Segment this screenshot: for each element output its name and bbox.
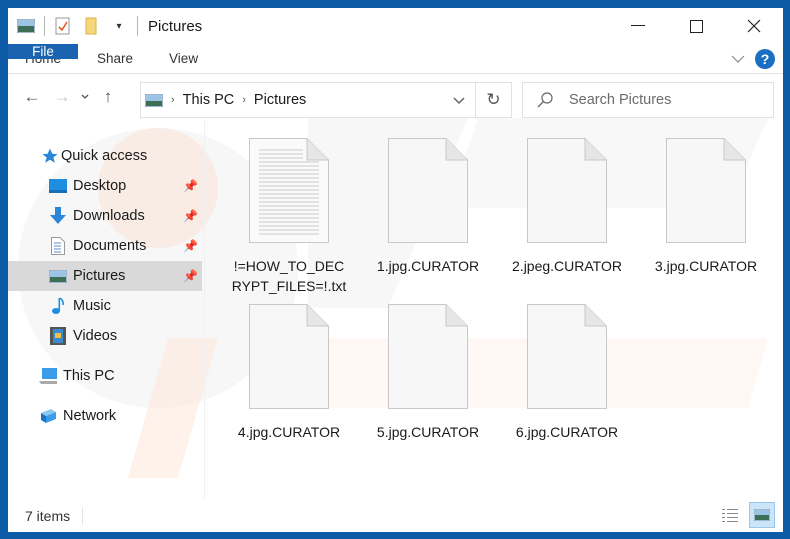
sidebar-item-this-pc[interactable]: This PC <box>8 361 202 391</box>
file-item[interactable]: !=HOW_TO_DEC RYPT_FILES=!.txt <box>223 138 355 296</box>
details-view-button[interactable] <box>717 502 743 528</box>
title-bar: ▾ Pictures <box>8 8 783 44</box>
forward-button[interactable]: → <box>47 82 77 112</box>
tab-view[interactable]: View <box>151 44 216 73</box>
music-icon <box>49 297 67 315</box>
toolbar-separator <box>137 16 138 36</box>
window-title: Pictures <box>148 17 203 35</box>
help-button[interactable]: ? <box>755 48 775 69</box>
download-icon <box>49 207 67 225</box>
file-item[interactable]: 3.jpg.CURATOR <box>640 138 772 276</box>
navigation-pane: Quick access Desktop 📌 Downloads 📌 Docum… <box>8 136 204 496</box>
breadcrumb-separator-icon: › <box>171 94 175 106</box>
sidebar-item-network[interactable]: Network <box>8 401 202 431</box>
blank-file-icon <box>527 138 607 243</box>
file-item[interactable]: 5.jpg.CURATOR <box>362 304 494 442</box>
breadcrumb-separator-icon: › <box>242 94 246 106</box>
blank-file-icon <box>527 304 607 409</box>
item-count: 7 items <box>25 508 71 524</box>
file-name: 2.jpeg.CURATOR <box>512 258 622 274</box>
maximize-button[interactable] <box>667 8 725 44</box>
large-icons-view-button[interactable] <box>749 502 775 528</box>
sidebar-item-label: Desktop <box>73 178 127 194</box>
blank-file-icon <box>388 304 468 409</box>
customize-toolbar-chevron-icon[interactable]: ▾ <box>109 16 129 36</box>
desktop-icon <box>49 177 67 195</box>
pictures-location-icon <box>145 93 163 107</box>
ribbon-right-controls: ? <box>731 44 783 73</box>
blank-file-icon <box>666 138 746 243</box>
breadcrumb-this-pc[interactable]: This PC <box>183 92 235 108</box>
file-name: 3.jpg.CURATOR <box>654 258 758 274</box>
pictures-folder-icon <box>16 16 36 36</box>
computer-icon <box>39 367 57 385</box>
blank-file-icon <box>388 138 468 243</box>
up-button[interactable]: ↑ <box>93 82 123 112</box>
file-item[interactable]: 1.jpg.CURATOR <box>362 138 494 276</box>
sidebar-item-downloads[interactable]: Downloads 📌 <box>8 201 202 231</box>
sidebar-item-label: Music <box>73 298 111 314</box>
sidebar-item-label: Quick access <box>61 148 148 164</box>
pictures-icon <box>49 267 67 285</box>
tab-share[interactable]: Share <box>79 44 151 73</box>
file-name: 4.jpg.CURATOR <box>237 424 341 440</box>
sidebar-item-label: Pictures <box>73 268 126 284</box>
star-icon <box>41 147 59 165</box>
recent-locations-button[interactable] <box>77 82 93 112</box>
back-button[interactable]: ← <box>17 82 47 112</box>
minimize-button[interactable] <box>609 8 667 44</box>
sidebar-item-documents[interactable]: Documents 📌 <box>8 231 202 261</box>
view-switcher <box>717 502 775 528</box>
file-item[interactable]: 6.jpg.CURATOR <box>501 304 633 442</box>
status-separator <box>82 507 84 525</box>
pin-icon[interactable]: 📌 <box>183 179 198 193</box>
sidebar-item-label: Documents <box>73 238 147 254</box>
network-icon <box>39 407 57 425</box>
properties-icon[interactable] <box>53 16 73 36</box>
sidebar-item-label: Downloads <box>73 208 145 224</box>
sidebar-item-pictures[interactable]: Pictures 📌 <box>8 261 202 291</box>
status-bar: 7 items <box>8 500 783 532</box>
pane-divider[interactable] <box>204 120 205 500</box>
sidebar-item-quick-access[interactable]: Quick access <box>8 141 202 171</box>
file-name: !=HOW_TO_DEC RYPT_FILES=!.txt <box>231 258 347 294</box>
search-icon <box>537 92 553 108</box>
sidebar-item-desktop[interactable]: Desktop 📌 <box>8 171 202 201</box>
videos-icon <box>49 327 67 345</box>
window-controls <box>609 8 783 44</box>
file-name: 6.jpg.CURATOR <box>515 424 619 440</box>
sidebar-item-videos[interactable]: Videos <box>8 321 202 351</box>
file-name: 1.jpg.CURATOR <box>376 258 480 274</box>
close-button[interactable] <box>725 8 783 44</box>
pin-icon[interactable]: 📌 <box>183 209 198 223</box>
pin-icon[interactable]: 📌 <box>183 269 198 283</box>
address-history-chevron-icon[interactable] <box>453 83 465 117</box>
new-folder-icon[interactable] <box>81 16 101 36</box>
expand-ribbon-chevron-icon[interactable] <box>731 50 745 68</box>
search-input[interactable] <box>569 92 759 108</box>
sidebar-item-label: Network <box>63 408 117 424</box>
file-name: 5.jpg.CURATOR <box>376 424 480 440</box>
address-bar[interactable]: › This PC › Pictures ↻ <box>140 82 512 118</box>
search-box[interactable] <box>522 82 774 118</box>
ribbon-tabs: File Home Share View ? <box>8 44 783 74</box>
navigation-bar: ← → ↑ › This PC › Pictures ↻ <box>8 74 783 120</box>
file-item[interactable]: 2.jpeg.CURATOR <box>501 138 633 276</box>
pin-icon[interactable]: 📌 <box>183 239 198 253</box>
breadcrumb-pictures[interactable]: Pictures <box>254 92 306 108</box>
sidebar-item-label: This PC <box>63 368 115 384</box>
quick-access-toolbar: ▾ <box>8 16 146 36</box>
sidebar-item-label: Videos <box>73 328 118 344</box>
file-list: !=HOW_TO_DEC RYPT_FILES=!.txt 1.jpg.CURA… <box>213 128 778 498</box>
tab-file[interactable]: File <box>8 44 78 59</box>
text-file-icon <box>249 138 329 243</box>
refresh-button[interactable]: ↻ <box>475 83 511 117</box>
file-item[interactable]: 4.jpg.CURATOR <box>223 304 355 442</box>
sidebar-item-music[interactable]: Music <box>8 291 202 321</box>
explorer-window: ▾ Pictures File Home Share View ? <box>8 8 783 532</box>
toolbar-separator <box>44 16 45 36</box>
document-icon <box>49 237 67 255</box>
blank-file-icon <box>249 304 329 409</box>
